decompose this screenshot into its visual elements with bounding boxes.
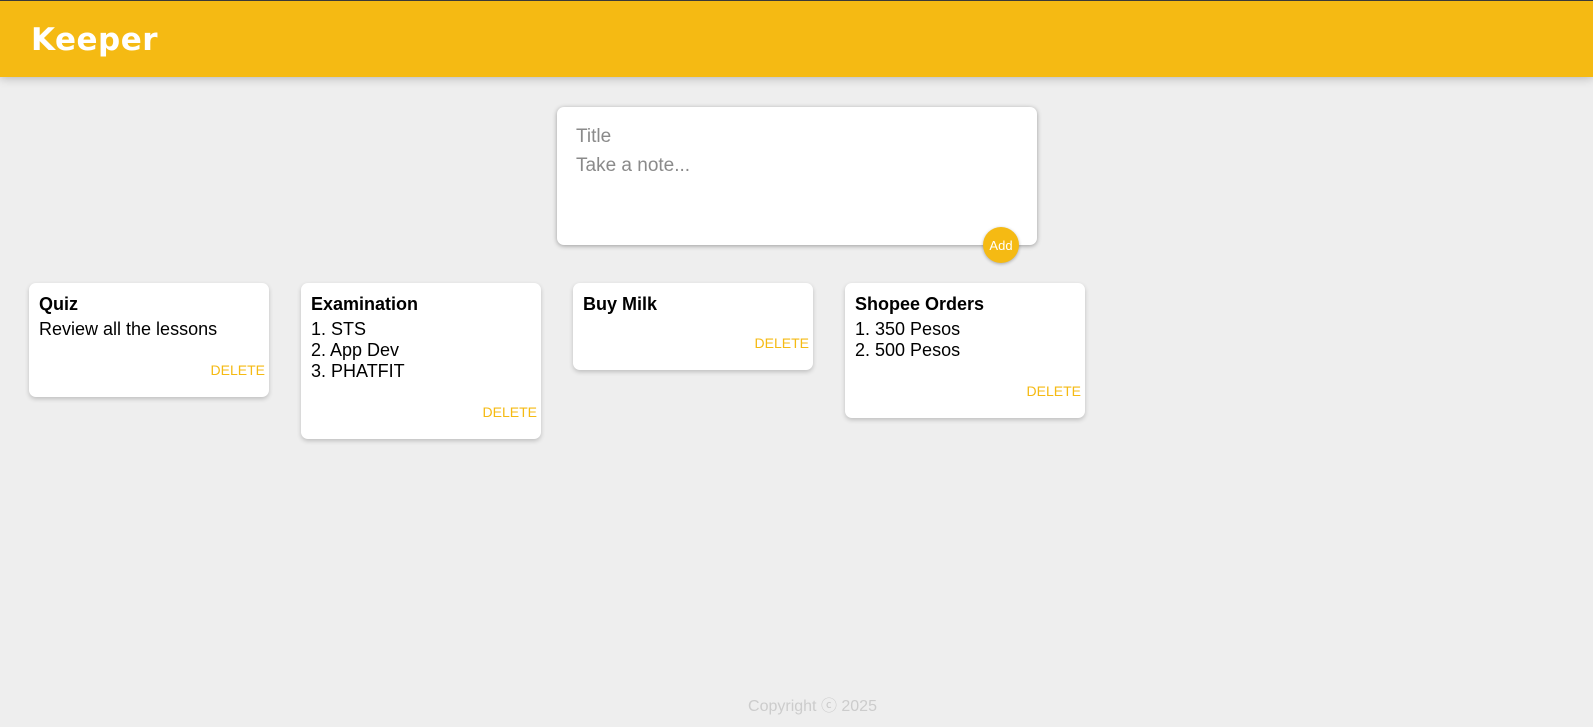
note-content: Review all the lessons [39, 319, 218, 339]
note-card: Examination 1. STS 2. App Dev 3. PHATFIT… [301, 283, 541, 439]
delete-note-button[interactable]: DELETE [211, 362, 265, 378]
app-header: Keeper [0, 0, 1593, 77]
note-title: Shopee Orders [855, 294, 985, 314]
delete-note-button[interactable]: DELETE [1027, 383, 1081, 399]
note-title: Examination [311, 294, 419, 314]
note-content-input[interactable] [576, 154, 1016, 214]
footer: Copyright ⓒ 2025 [0, 692, 1593, 716]
note-content: 1. STS 2. App Dev 3. PHATFIT [311, 319, 405, 381]
delete-note-button[interactable]: DELETE [483, 404, 537, 420]
note-title-input[interactable] [576, 124, 1016, 150]
create-note-form [557, 107, 1037, 245]
note-card: Quiz Review all the lessons DELETE [29, 283, 269, 397]
note-card: Buy Milk DELETE [573, 283, 813, 370]
note-title: Quiz [39, 294, 78, 314]
note-title: Buy Milk [583, 294, 658, 314]
note-card: Shopee Orders 1. 350 Pesos 2. 500 Pesos … [845, 283, 1085, 418]
copyright-text: Copyright ⓒ 2025 [748, 698, 877, 715]
note-content: 1. 350 Pesos 2. 500 Pesos [855, 319, 961, 360]
app-title: Keeper [31, 22, 159, 58]
add-note-button[interactable]: Add [983, 227, 1019, 263]
delete-note-button[interactable]: DELETE [755, 335, 809, 351]
